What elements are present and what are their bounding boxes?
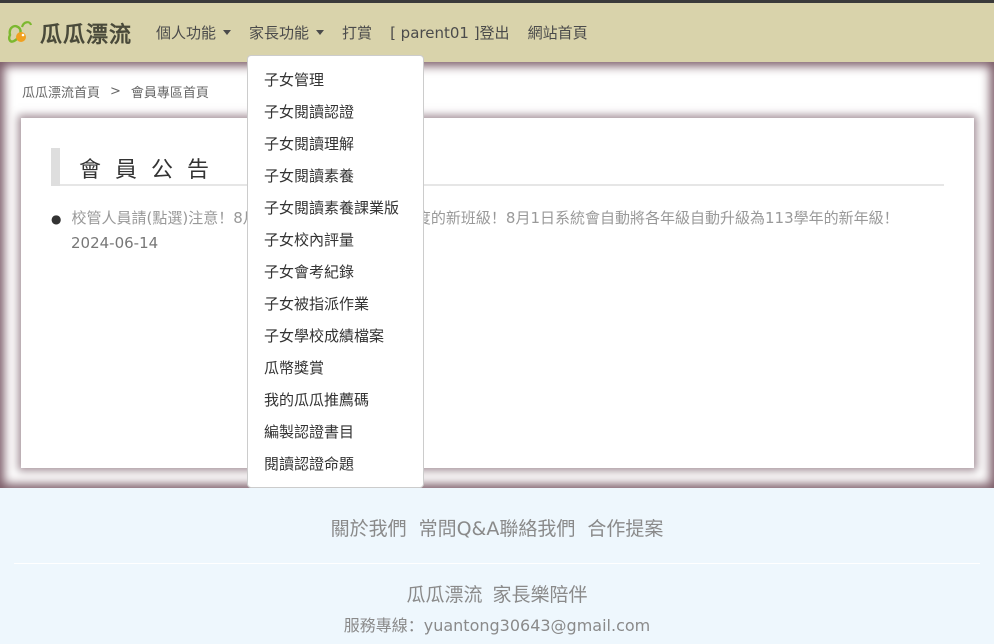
chevron-down-icon	[223, 30, 232, 35]
menu-item-reading-certification[interactable]: 子女閱讀認證	[248, 96, 423, 128]
footer: 關於我們 常問Q&A聯絡我們 合作提案 瓜瓜漂流 家長樂陪伴 服務專線：yuanton…	[0, 488, 994, 644]
menu-item-reading-literacy-course[interactable]: 子女閱讀素養課業版	[248, 192, 423, 224]
nav-logout-link[interactable]: [ parent01 ]登出	[390, 22, 510, 43]
menu-item-school-assessment[interactable]: 子女校內評量	[248, 224, 423, 256]
chevron-down-icon	[316, 30, 325, 35]
menu-item-children-management[interactable]: 子女管理	[248, 64, 423, 96]
nav-personal-label: 個人功能	[156, 24, 217, 42]
announcement-card: 會員公告 ● 校管人員請(點選)注意！8月1日前請勿新增113學年度的新班級！8月…	[21, 118, 974, 468]
footer-slogan: 家長樂陪伴	[492, 584, 588, 606]
menu-item-coin-rewards[interactable]: 瓜幣獎賞	[248, 352, 423, 384]
bullet-icon: ●	[51, 212, 62, 226]
brand-name: 瓜瓜漂流	[40, 21, 133, 48]
breadcrumb: 瓜瓜漂流首頁 > 會員專區首頁	[22, 82, 209, 101]
menu-item-referral-code[interactable]: 我的瓜瓜推薦碼	[248, 384, 423, 416]
parent-function-dropdown: 子女管理 子女閱讀認證 子女閱讀理解 子女閱讀素養 子女閱讀素養課業版 子女校內…	[247, 55, 424, 488]
menu-item-reading-literacy[interactable]: 子女閱讀素養	[248, 160, 423, 192]
announcement-link[interactable]: 校管人員請(點選)注意！8月1日前請勿新增113學年度的新班級！8月1日系統會自…	[71, 209, 898, 227]
menu-item-quiz-authoring[interactable]: 閱讀認證命題	[248, 448, 423, 480]
announcement-header: 會員公告	[51, 148, 944, 186]
nav-parent-menu[interactable]: 家長功能	[249, 22, 325, 43]
nav-parent-label: 家長功能	[249, 24, 310, 42]
menu-item-school-grade-files[interactable]: 子女學校成績檔案	[248, 320, 423, 352]
footer-divider	[14, 563, 980, 564]
menu-item-exam-records[interactable]: 子女會考紀錄	[248, 256, 423, 288]
nav-site-home-link[interactable]: 網站首頁	[528, 22, 588, 43]
menu-item-compile-booklist[interactable]: 編製認證書目	[248, 416, 423, 448]
gourd-logo-icon	[8, 20, 33, 43]
footer-service-line: 服務專線：yuantong30643@gmail.com	[343, 616, 651, 635]
footer-brand: 瓜瓜漂流	[406, 584, 483, 606]
menu-item-assigned-homework[interactable]: 子女被指派作業	[248, 288, 423, 320]
menu-item-reading-comprehension[interactable]: 子女閱讀理解	[248, 128, 423, 160]
section-accent-bar	[51, 148, 60, 186]
main-content: 瓜瓜漂流首頁 > 會員專區首頁 會員公告 ● 校管人員請(點選)注意！8月1日前請…	[0, 62, 994, 488]
breadcrumb-current: 會員專區首頁	[130, 86, 209, 101]
nav-typing-link[interactable]: 打賞	[342, 22, 372, 43]
nav-personal-menu[interactable]: 個人功能	[156, 22, 232, 43]
announcement-date: 2024-06-14	[71, 234, 159, 252]
footer-links: 關於我們 常問Q&A聯絡我們 合作提案	[0, 514, 994, 541]
footer-cooperation-link[interactable]: 合作提案	[587, 518, 663, 540]
breadcrumb-separator: >	[110, 84, 121, 99]
breadcrumb-home-link[interactable]: 瓜瓜漂流首頁	[22, 82, 100, 101]
top-navbar: 瓜瓜漂流 個人功能 家長功能 打賞 [ parent01 ]登出 網站首頁	[0, 0, 994, 62]
footer-tagline: 瓜瓜漂流 家長樂陪伴	[0, 580, 994, 607]
brand-logo-link[interactable]: 瓜瓜漂流	[4, 17, 132, 49]
footer-about-link[interactable]: 關於我們	[331, 518, 407, 540]
announcement-item: ● 校管人員請(點選)注意！8月1日前請勿新增113學年度的新班級！8月1日系統會…	[51, 206, 921, 255]
announcement-title: 會員公告	[79, 158, 224, 183]
footer-faq-link[interactable]: 常問Q&A	[419, 518, 500, 540]
footer-contact-link[interactable]: 聯絡我們	[499, 518, 575, 540]
